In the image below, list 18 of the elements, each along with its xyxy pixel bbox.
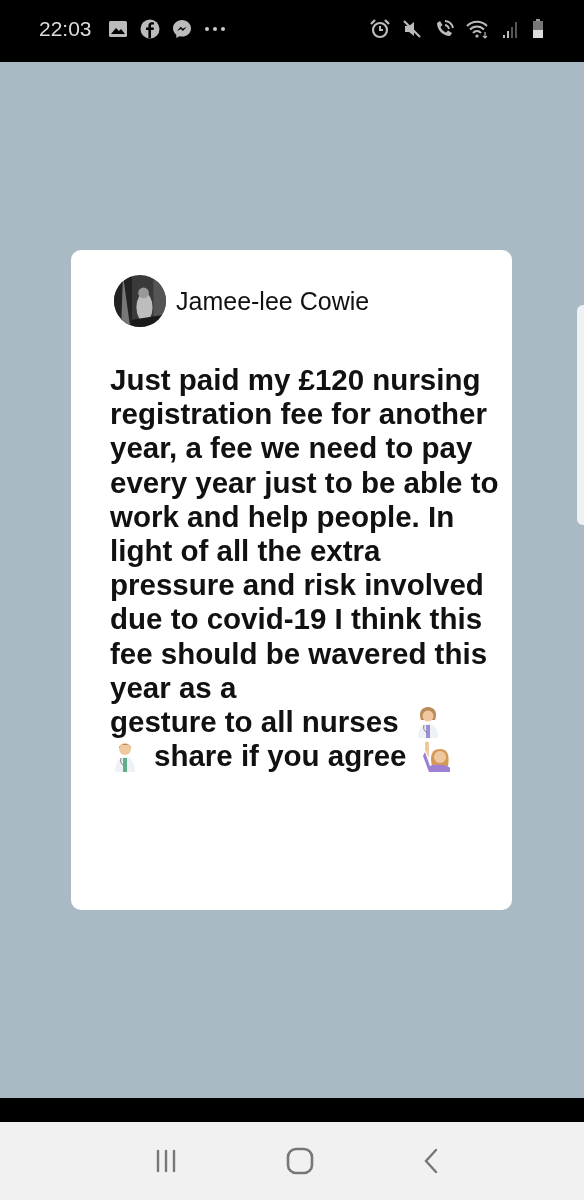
wifi-icon [466,19,490,39]
post-text: share if you agree [154,739,407,774]
back-icon[interactable] [423,1148,440,1174]
battery-icon [532,19,544,39]
clock-time: 22:03 [39,17,92,41]
recent-apps-icon[interactable] [154,1149,177,1173]
more-icon [203,26,226,32]
signal-icon [502,19,520,39]
wifi-call-icon [434,19,454,39]
post-text: gesture to all nurses [110,705,399,740]
author-name[interactable]: Jamee-lee Cowie [176,286,370,316]
facebook-icon [139,19,160,39]
raised-hand-figure-icon [420,740,453,773]
home-icon[interactable] [286,1147,314,1175]
mute-icon [402,19,422,39]
messenger-icon [171,19,192,39]
alarm-icon [370,19,390,39]
gallery-icon [107,19,128,39]
